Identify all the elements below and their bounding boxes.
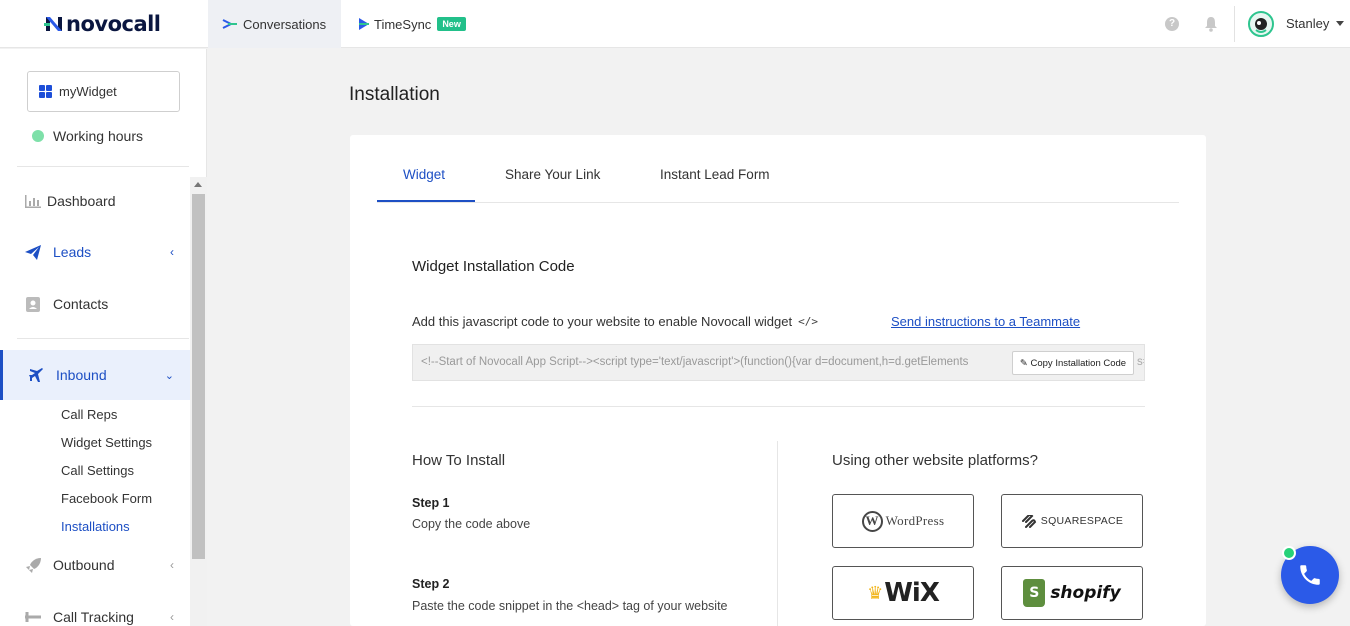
contact-card-icon [24, 296, 42, 312]
sidebar-item-label: Contacts [53, 296, 109, 312]
sidebar-item-label: Inbound [56, 367, 107, 383]
tab-conversations-label: Conversations [243, 16, 327, 32]
copy-installation-code-button[interactable]: ✎ Copy Installation Code [1012, 351, 1134, 375]
sidebar-subitem-call-reps[interactable]: Call Reps [61, 407, 117, 422]
sidebar-item-dashboard[interactable]: Dashboard [0, 179, 190, 223]
tab-divider [377, 202, 1179, 203]
tab-instant-lead-form[interactable]: Instant Lead Form [660, 167, 770, 182]
sidebar-subitem-widget-settings[interactable]: Widget Settings [61, 435, 152, 450]
column-divider [777, 441, 778, 626]
page-title: Installation [349, 84, 440, 105]
chevron-left-icon: ‹ [170, 558, 174, 572]
tab-timesync-label: TimeSync [374, 16, 432, 32]
avatar[interactable] [1248, 11, 1274, 37]
code-snippet[interactable]: <!--Start of Novocall App Script--><scri… [421, 356, 968, 368]
tab-widget[interactable]: Widget [403, 167, 445, 182]
step-heading: Step 1 [412, 496, 450, 510]
squarespace-button[interactable]: SQUARESPACE [1001, 494, 1143, 548]
tab-share-your-link[interactable]: Share Your Link [505, 167, 600, 182]
shopify-logo: S shopify [1023, 579, 1121, 607]
wordpress-logo: W WordPress [861, 510, 945, 532]
step-text: Copy the code above [412, 517, 531, 531]
description-text: Add this javascript code to your website… [412, 314, 793, 329]
divider [17, 338, 189, 339]
conversations-icon [222, 19, 237, 29]
widget-selector[interactable]: myWidget [27, 71, 180, 112]
step-heading: Step 2 [412, 577, 450, 591]
sidebar-subitem-facebook-form[interactable]: Facebook Form [61, 491, 152, 506]
user-name[interactable]: Stanley [1286, 16, 1329, 31]
novocall-logo-icon [44, 17, 62, 31]
sidebar-item-call-tracking[interactable]: Call Tracking ‹ [0, 595, 190, 626]
code-snippet-box[interactable]: <!--Start of Novocall App Script--><scri… [412, 344, 1145, 381]
code-snippet-tail: s= [1137, 356, 1144, 368]
widget-name: myWidget [59, 84, 117, 99]
grid-icon [39, 85, 52, 98]
sidebar-item-label: Outbound [53, 557, 115, 573]
active-tab-indicator [377, 200, 475, 202]
wix-logo: ♛ WiX [867, 578, 940, 608]
chevron-left-icon: ‹ [170, 610, 174, 624]
shopify-label: shopify [1050, 583, 1121, 603]
wordpress-button[interactable]: W WordPress [832, 494, 974, 548]
sidebar-item-label: Dashboard [47, 193, 116, 209]
how-to-install-title: How To Install [412, 452, 506, 469]
wix-button[interactable]: ♛ WiX [832, 566, 974, 620]
help-icon[interactable]: ? [1165, 17, 1179, 31]
sidebar-item-label: Call Tracking [53, 609, 134, 625]
step-text: Paste the code snippet in the <head> tag… [412, 599, 728, 613]
shopify-bag-icon: S [1023, 579, 1046, 607]
sidebar-subitem-call-settings[interactable]: Call Settings [61, 463, 134, 478]
sidebar-subitem-installations[interactable]: Installations [61, 519, 130, 534]
tab-timesync[interactable]: TimeSync New [357, 0, 466, 48]
wordpress-icon: W [861, 510, 883, 532]
divider [17, 166, 189, 167]
divider [1234, 6, 1235, 42]
timesync-icon [359, 18, 369, 30]
installation-card: Widget Share Your Link Instant Lead Form… [350, 135, 1206, 626]
chevron-left-icon: ‹ [170, 245, 174, 259]
scrollbar-thumb[interactable] [192, 194, 205, 559]
rocket-icon [24, 557, 42, 573]
platforms-title: Using other website platforms? [832, 452, 1038, 469]
sidebar-item-outbound[interactable]: Outbound ‹ [0, 543, 190, 587]
novocall-logo[interactable]: novocall [44, 12, 161, 36]
squarespace-label: SQUARESPACE [1040, 515, 1124, 527]
tab-conversations[interactable]: Conversations [208, 0, 341, 48]
squarespace-icon [1021, 514, 1036, 528]
phone-icon [1300, 565, 1320, 585]
wix-label: WiX [884, 578, 940, 608]
top-bar: novocall Conversations TimeSync New ? St… [0, 0, 1350, 48]
online-status-dot [1282, 546, 1296, 560]
section-title: Widget Installation Code [412, 258, 575, 275]
chevron-down-icon: ⌄ [164, 369, 174, 382]
install-description: Add this javascript code to your website… [412, 314, 818, 329]
send-instructions-link[interactable]: Send instructions to a Teammate [891, 314, 1080, 329]
sidebar-item-inbound[interactable]: Inbound ⌄ [0, 350, 190, 400]
tracking-icon [24, 609, 42, 625]
new-badge: New [437, 17, 466, 31]
bell-icon[interactable] [1204, 16, 1218, 32]
working-hours-status[interactable]: Working hours [32, 128, 143, 144]
squarespace-logo: SQUARESPACE [1021, 514, 1124, 528]
divider [412, 406, 1145, 407]
working-hours-label: Working hours [53, 128, 144, 144]
code-icon: </> [798, 315, 818, 328]
sidebar: myWidget Working hours Dashboard Leads ‹… [0, 49, 207, 626]
chevron-down-icon[interactable] [1336, 21, 1344, 26]
sidebar-item-leads[interactable]: Leads ‹ [0, 230, 190, 274]
scroll-up-arrow[interactable] [194, 182, 202, 187]
paper-plane-icon [24, 244, 42, 260]
wix-crown-icon: ♛ [867, 582, 883, 604]
sidebar-item-label: Leads [53, 244, 92, 260]
wordpress-label: WordPress [885, 513, 945, 528]
brand-name: novocall [66, 12, 161, 36]
airplane-icon [27, 367, 45, 383]
status-dot [32, 130, 44, 142]
sidebar-item-contacts[interactable]: Contacts [0, 282, 190, 326]
bar-chart-icon [24, 193, 42, 209]
shopify-button[interactable]: S shopify [1001, 566, 1143, 620]
avatar-face-icon [1255, 18, 1267, 33]
